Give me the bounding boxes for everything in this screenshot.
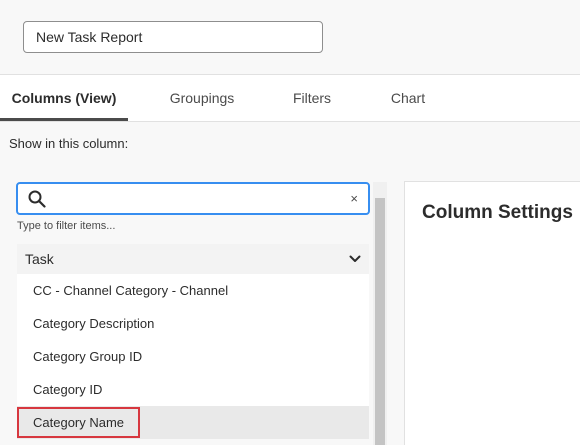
field-list-scrollbar[interactable] bbox=[373, 182, 387, 445]
tab-filters[interactable]: Filters bbox=[272, 75, 352, 121]
field-search-input[interactable] bbox=[54, 188, 344, 210]
tab-bar: Columns (View) Groupings Filters Chart bbox=[0, 74, 580, 122]
list-item-label: Category Group ID bbox=[33, 349, 143, 364]
report-name-input[interactable] bbox=[23, 21, 323, 53]
clear-icon[interactable]: × bbox=[350, 191, 358, 207]
tab-groupings[interactable]: Groupings bbox=[146, 75, 258, 121]
list-item-label: Category Description bbox=[33, 316, 155, 331]
list-item-label: CC - Channel Category - Channel bbox=[33, 283, 229, 298]
column-settings-panel: Column Settings bbox=[404, 181, 580, 445]
field-search-box: × bbox=[16, 182, 370, 215]
tab-chart[interactable]: Chart bbox=[368, 75, 448, 121]
tab-columns-view[interactable]: Columns (View) bbox=[0, 75, 128, 121]
search-icon bbox=[28, 190, 46, 208]
report-header bbox=[0, 0, 580, 74]
field-list: CC - Channel Category - Channel Category… bbox=[17, 274, 369, 439]
group-task[interactable]: Task bbox=[17, 244, 369, 274]
field-picker: × Type to filter items... Task CC - Chan… bbox=[16, 182, 372, 445]
list-item-label: Category Name bbox=[17, 407, 141, 438]
list-item-selected[interactable]: Category Name bbox=[17, 406, 369, 439]
active-tab-indicator bbox=[0, 118, 128, 121]
list-item[interactable]: CC - Channel Category - Channel bbox=[17, 274, 369, 307]
list-item-label: Category ID bbox=[33, 382, 103, 397]
list-item[interactable]: Category Group ID bbox=[17, 340, 369, 373]
list-item[interactable]: Category Description bbox=[17, 307, 369, 340]
list-item[interactable]: Category ID bbox=[17, 373, 369, 406]
show-in-column-label: Show in this column: bbox=[9, 136, 129, 151]
search-hint: Type to filter items... bbox=[17, 220, 116, 232]
column-settings-title: Column Settings bbox=[422, 202, 573, 223]
scrollbar-thumb[interactable] bbox=[375, 198, 385, 445]
group-label: Task bbox=[25, 251, 54, 267]
chevron-down-icon bbox=[349, 255, 361, 262]
